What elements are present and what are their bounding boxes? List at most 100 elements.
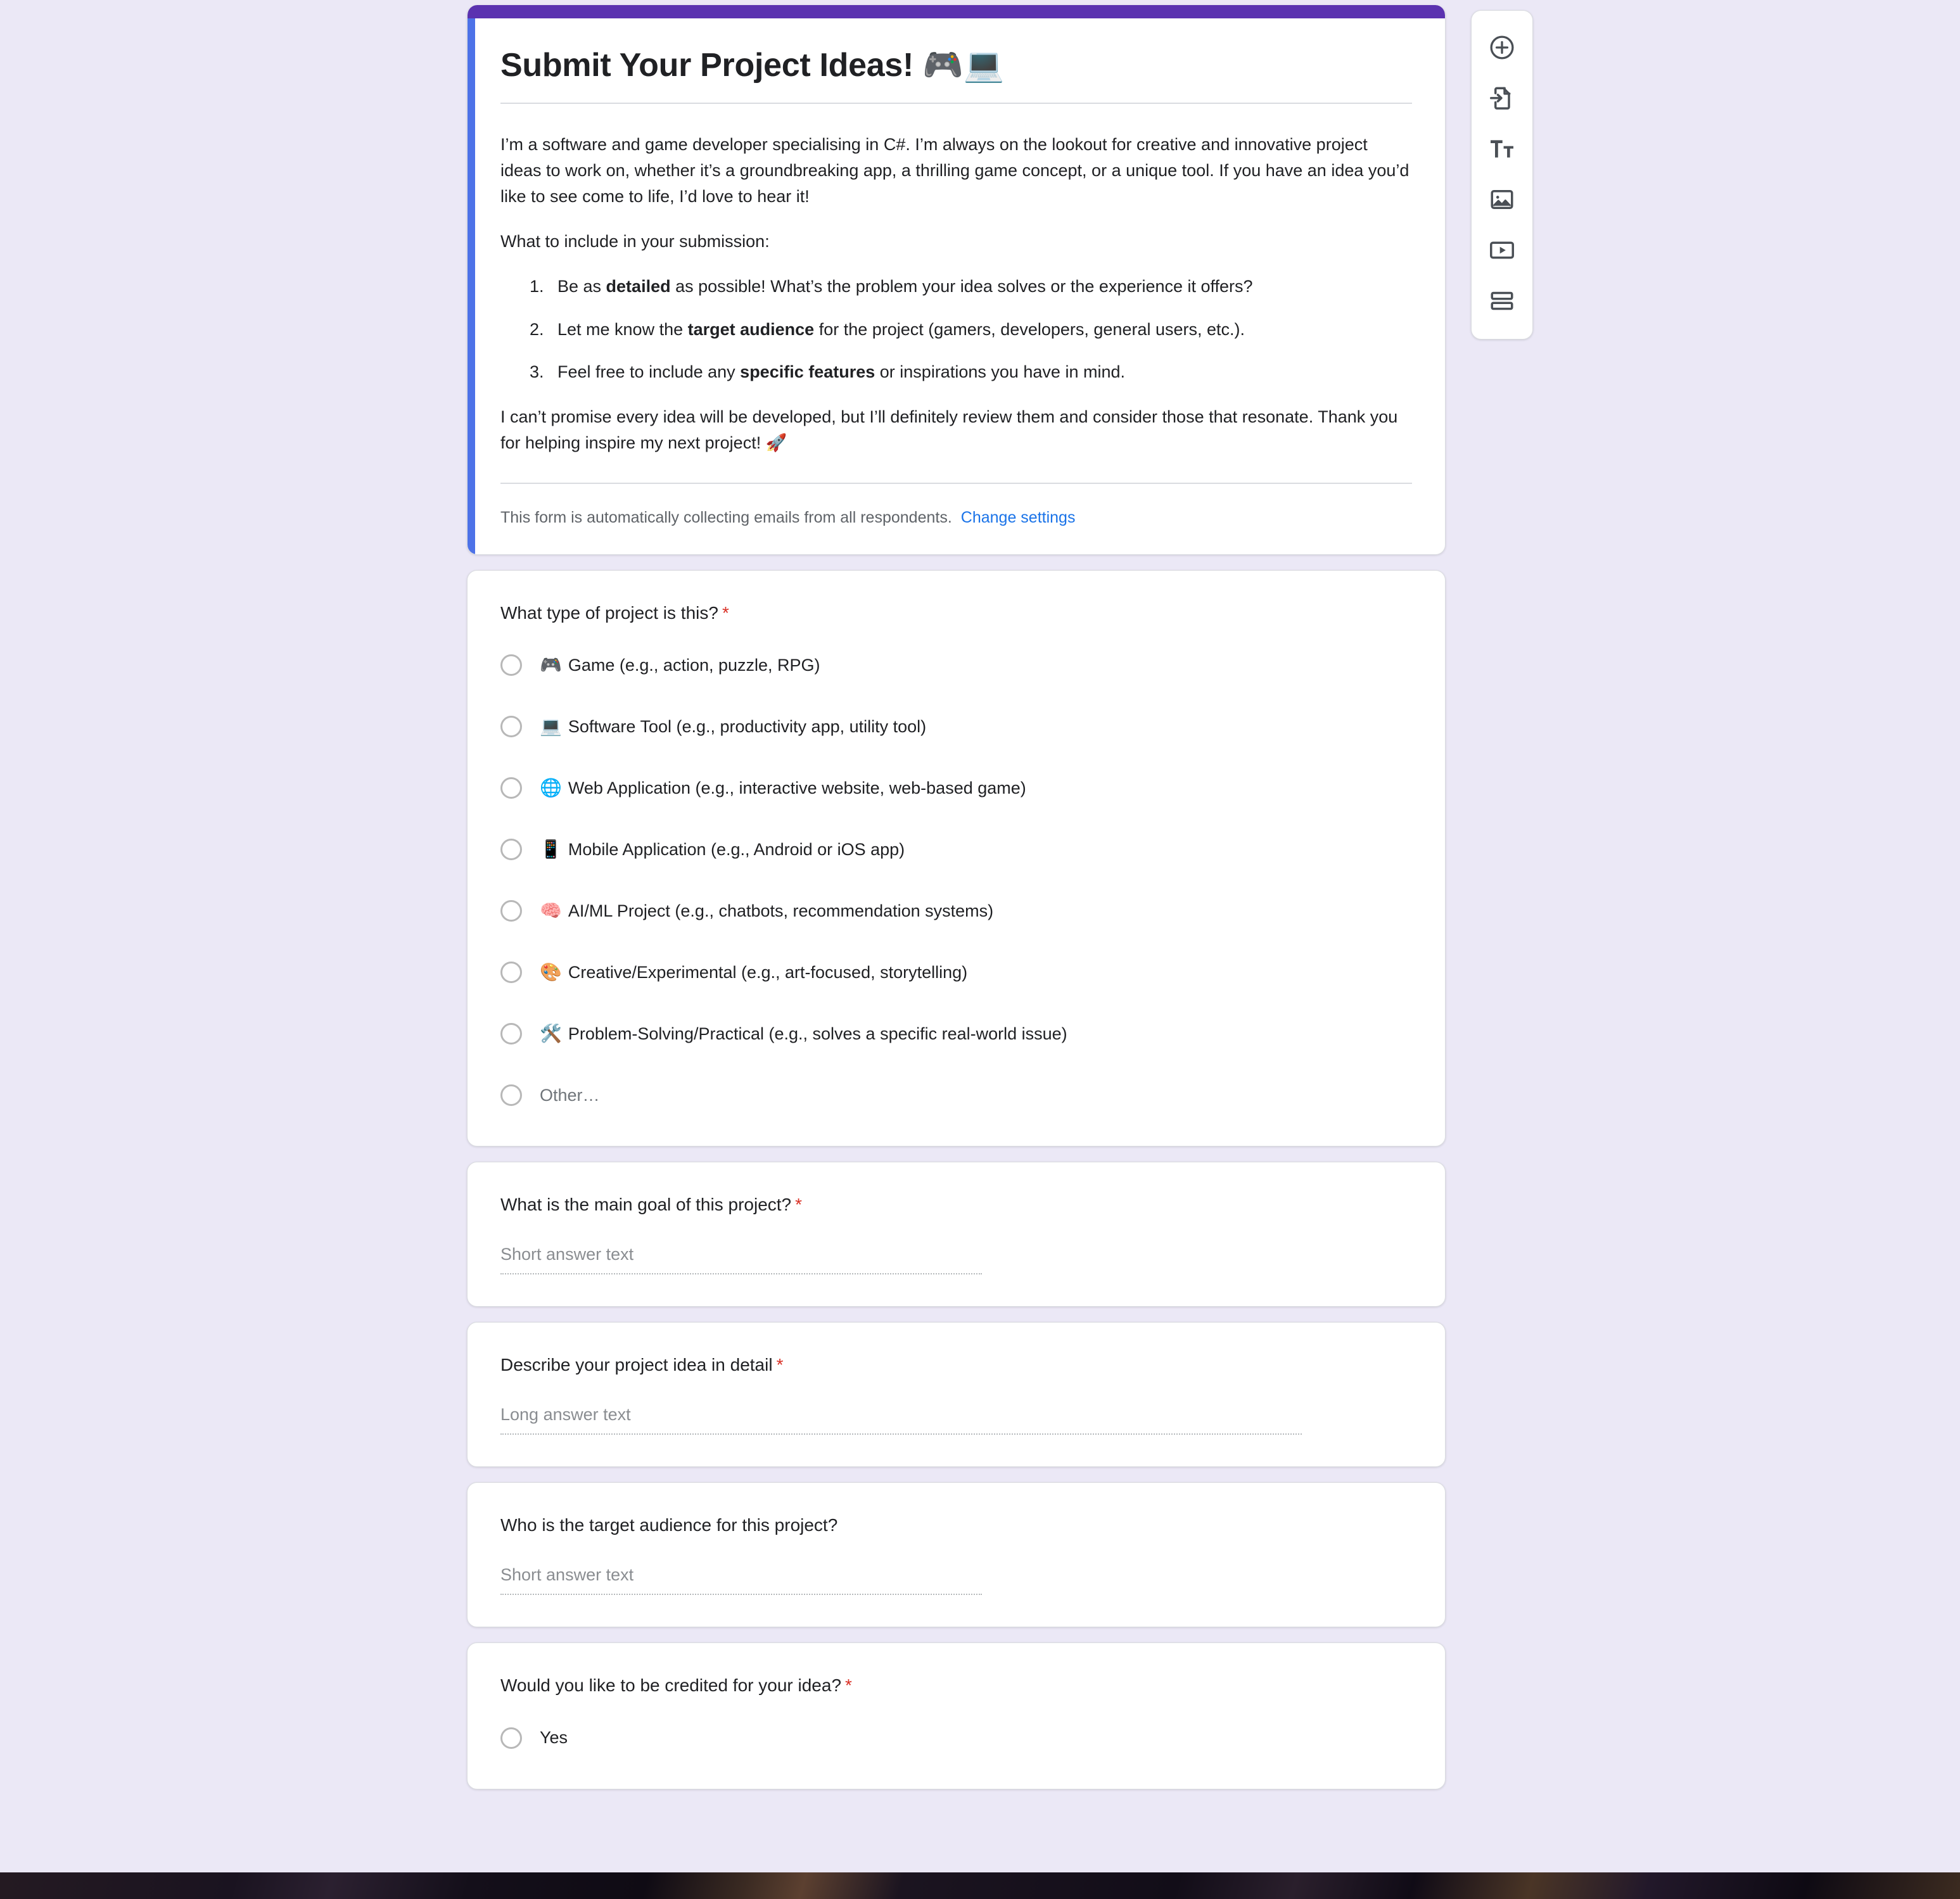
required-asterisk: * (845, 1675, 852, 1695)
short-answer-field: Short answer text (500, 1245, 1412, 1275)
radio-button-icon[interactable] (500, 777, 522, 799)
short-answer-placeholder: Short answer text (500, 1245, 634, 1264)
answer-underline (500, 1433, 1302, 1435)
add-question-icon (1488, 34, 1516, 61)
radio-option-ai-ml-project[interactable]: 🧠 AI/ML Project (e.g., chatbots, recomme… (500, 892, 1412, 930)
required-asterisk: * (722, 602, 729, 623)
email-notice-text: This form is automatically collecting em… (500, 508, 952, 526)
question-card-main-goal[interactable]: What is the main goal of this project? * … (467, 1162, 1446, 1307)
globe-icon: 🌐 (540, 778, 562, 798)
question-card-target-audience[interactable]: Who is the target audience for this proj… (467, 1482, 1446, 1627)
radio-option-list: Yes (500, 1719, 1412, 1757)
form-editor-canvas: Submit Your Project Ideas! 🎮💻 I’m a soft… (0, 0, 1960, 1872)
radio-option-label: Creative/Experimental (e.g., art-focused… (568, 962, 968, 982)
desktop-wallpaper-strip (0, 1872, 1960, 1899)
radio-option-problem-solving-practical[interactable]: 🛠️ Problem-Solving/Practical (e.g., solv… (500, 1015, 1412, 1053)
laptop-icon: 💻 (540, 716, 562, 737)
form-theme-bar (468, 5, 1445, 18)
list-item: Let me know the target audience for the … (549, 317, 1412, 343)
form-title[interactable]: Submit Your Project Ideas! 🎮💻 (500, 46, 1412, 85)
description-closing-paragraph: I can’t promise every idea will be devel… (500, 407, 1398, 452)
list-item-bold: target audience (687, 319, 815, 339)
artist-palette-icon: 🎨 (540, 962, 562, 982)
list-item-pre: Feel free to include any (557, 362, 741, 381)
required-asterisk: * (776, 1355, 784, 1375)
email-notice-divider (500, 482, 1412, 484)
add-title-description-button[interactable] (1479, 126, 1525, 172)
radio-button-icon[interactable] (500, 839, 522, 861)
list-item-bold: detailed (606, 277, 671, 296)
radio-option-mobile-application[interactable]: 📱 Mobile Application (e.g., Android or i… (500, 830, 1412, 868)
long-answer-field: Long answer text (500, 1405, 1412, 1435)
import-questions-icon (1488, 84, 1516, 112)
game-controller-icon: 🎮 (540, 655, 562, 675)
add-section-button[interactable] (1479, 278, 1525, 324)
mobile-phone-icon: 📱 (540, 839, 562, 860)
submission-guidelines-list: Be as detailed as possible! What’s the p… (500, 274, 1412, 384)
radio-option-game[interactable]: 🎮 Game (e.g., action, puzzle, RPG) (500, 646, 1412, 684)
form-column: Submit Your Project Ideas! 🎮💻 I’m a soft… (467, 5, 1446, 1789)
change-settings-link[interactable]: Change settings (961, 509, 1076, 526)
radio-option-label: Yes (540, 1728, 568, 1748)
question-title-text: Who is the target audience for this proj… (500, 1515, 838, 1535)
radio-option-label: Software Tool (e.g., productivity app, u… (568, 716, 927, 736)
question-card-describe-idea[interactable]: Describe your project idea in detail * Lo… (467, 1322, 1446, 1468)
add-image-icon (1488, 186, 1516, 213)
radio-option-label: Web Application (e.g., interactive websi… (568, 778, 1026, 797)
list-item: Be as detailed as possible! What’s the p… (549, 274, 1412, 300)
short-answer-field: Short answer text (500, 1565, 1412, 1595)
question-title-text: What type of project is this? (500, 602, 718, 623)
form-description[interactable]: I’m a software and game developer specia… (500, 132, 1412, 455)
form-header-body: Submit Your Project Ideas! 🎮💻 I’m a soft… (468, 18, 1445, 554)
add-question-button[interactable] (1479, 25, 1525, 70)
list-item-pre: Be as (557, 277, 606, 296)
editor-side-toolbar (1471, 10, 1533, 340)
radio-option-creative-experimental[interactable]: 🎨 Creative/Experimental (e.g., art-focus… (500, 953, 1412, 991)
radio-button-icon[interactable] (500, 962, 522, 984)
radio-button-icon[interactable] (500, 1084, 522, 1107)
list-item-post: as possible! What’s the problem your ide… (670, 277, 1253, 296)
question-title: Would you like to be credited for your i… (500, 1674, 1412, 1698)
radio-option-yes[interactable]: Yes (500, 1719, 1412, 1757)
add-title-description-icon (1488, 135, 1516, 163)
radio-button-icon[interactable] (500, 1727, 522, 1749)
radio-option-web-application[interactable]: 🌐 Web Application (e.g., interactive web… (500, 769, 1412, 807)
add-video-button[interactable] (1479, 227, 1525, 273)
selected-card-accent (468, 18, 475, 554)
list-item-post: for the project (gamers, developers, gen… (814, 319, 1245, 339)
answer-underline (500, 1273, 982, 1275)
question-title-text: Would you like to be credited for your i… (500, 1675, 842, 1695)
radio-option-label: Game (e.g., action, puzzle, RPG) (568, 655, 820, 675)
description-paragraph-1: I’m a software and game developer specia… (500, 135, 1410, 206)
radio-option-list: 🎮 Game (e.g., action, puzzle, RPG) 💻 Sof… (500, 646, 1412, 1114)
question-card-project-type[interactable]: What type of project is this? * 🎮 Game (e… (467, 569, 1446, 1147)
hammer-and-wrench-icon: 🛠️ (540, 1024, 562, 1044)
radio-button-icon[interactable] (500, 654, 522, 676)
required-asterisk: * (795, 1195, 803, 1215)
list-item-pre: Let me know the (557, 319, 688, 339)
radio-option-other[interactable]: Other… (500, 1076, 1412, 1114)
radio-button-icon[interactable] (500, 900, 522, 922)
add-image-button[interactable] (1479, 177, 1525, 222)
question-title: What is the main goal of this project? * (500, 1193, 1412, 1217)
title-divider (500, 103, 1412, 105)
brain-icon: 🧠 (540, 901, 562, 921)
add-video-icon (1488, 236, 1516, 264)
list-item: Feel free to include any specific featur… (549, 359, 1412, 385)
import-questions-button[interactable] (1479, 75, 1525, 121)
description-paragraph-2: What to include in your submission: (500, 232, 770, 251)
radio-option-label: Other… (540, 1085, 600, 1105)
short-answer-placeholder: Short answer text (500, 1565, 634, 1584)
form-header-card[interactable]: Submit Your Project Ideas! 🎮💻 I’m a soft… (467, 5, 1446, 555)
question-card-credit-preference[interactable]: Would you like to be credited for your i… (467, 1642, 1446, 1789)
question-title-text: What is the main goal of this project? (500, 1195, 792, 1215)
list-item-bold: specific features (740, 362, 875, 381)
radio-button-icon[interactable] (500, 716, 522, 738)
radio-option-software-tool[interactable]: 💻 Software Tool (e.g., productivity app,… (500, 708, 1412, 746)
answer-underline (500, 1593, 982, 1595)
radio-button-icon[interactable] (500, 1023, 522, 1045)
question-title: Describe your project idea in detail * (500, 1353, 1412, 1377)
question-title: What type of project is this? * (500, 601, 1412, 625)
radio-option-label: Problem-Solving/Practical (e.g., solves … (568, 1024, 1067, 1043)
long-answer-placeholder: Long answer text (500, 1405, 631, 1425)
